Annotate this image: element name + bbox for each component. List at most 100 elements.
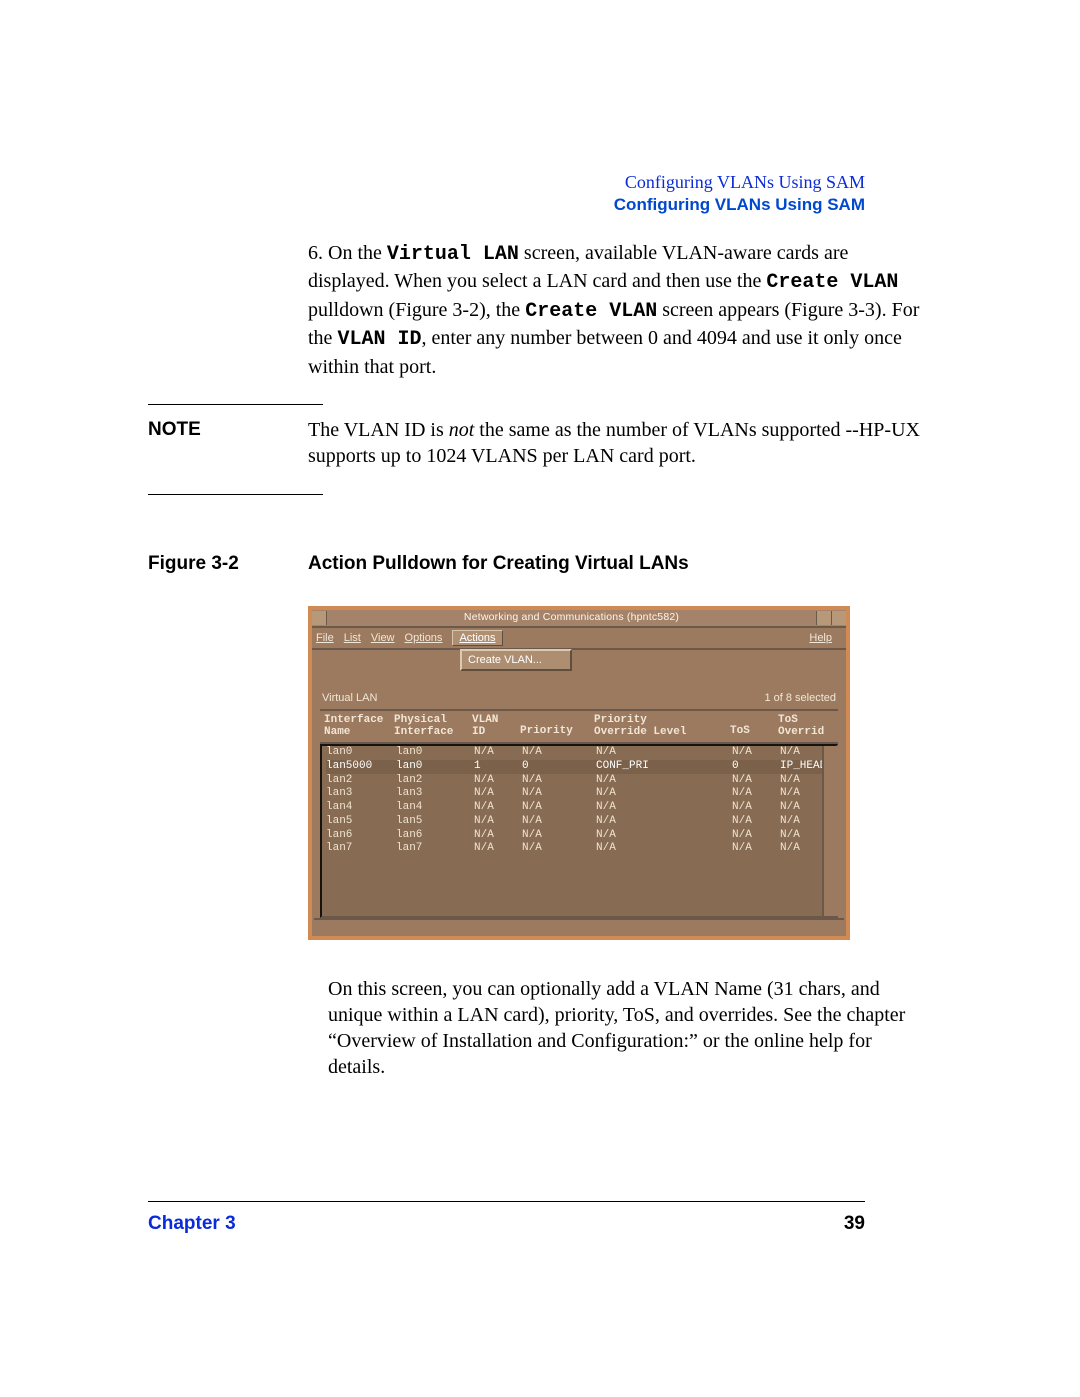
window-menu-icon[interactable]	[312, 611, 327, 625]
step-number: 6.	[308, 242, 323, 264]
cell: N/A	[474, 815, 520, 829]
sam-menubar: File List View Options Actions Help	[312, 628, 846, 650]
cell: CONF_PRI	[596, 760, 730, 774]
cell: lan0	[326, 746, 394, 760]
cell: N/A	[474, 829, 520, 843]
cell: lan2	[326, 774, 394, 788]
menu-help[interactable]: Help	[809, 631, 832, 646]
step-mono-a: Virtual LAN	[387, 243, 519, 266]
cell: N/A	[522, 829, 594, 843]
table-row[interactable]: lan2lan2N/AN/AN/AN/AN/A	[326, 774, 832, 788]
cell: N/A	[732, 787, 778, 801]
cell: lan5	[396, 815, 472, 829]
col-priority: Priority	[520, 714, 592, 739]
cell: N/A	[522, 815, 594, 829]
footer-rule	[148, 1201, 865, 1202]
cell: N/A	[732, 842, 778, 856]
cell: lan4	[396, 801, 472, 815]
menu-view[interactable]: View	[371, 631, 395, 646]
page-footer: Chapter 3 39	[148, 1213, 865, 1235]
page: Configuring VLANs Using SAM Configuring …	[0, 0, 1080, 1397]
cell: N/A	[474, 787, 520, 801]
cell: N/A	[474, 774, 520, 788]
horizontal-scrollbar[interactable]	[314, 918, 844, 934]
cell: lan6	[326, 829, 394, 843]
window-maximize-icon[interactable]	[831, 611, 846, 625]
step-mono-d: VLAN ID	[337, 328, 421, 351]
cell: lan7	[326, 842, 394, 856]
note-label: NOTE	[148, 417, 308, 470]
table-row[interactable]: lan7lan7N/AN/AN/AN/AN/A	[326, 842, 832, 856]
cell: N/A	[522, 842, 594, 856]
cell: N/A	[596, 842, 730, 856]
section-header: Virtual LAN 1 of 8 selected	[320, 691, 838, 706]
cell: N/A	[780, 787, 850, 801]
cell: N/A	[780, 801, 850, 815]
cell: 1	[474, 760, 520, 774]
col-physical-interface: Physical Interface	[394, 714, 470, 739]
cell: 0	[522, 760, 594, 774]
cell: N/A	[780, 842, 850, 856]
table-row[interactable]: lan3lan3N/AN/AN/AN/AN/A	[326, 787, 832, 801]
table-row[interactable]: lan5000lan010CONF_PRI0IP_HEADE	[326, 760, 832, 774]
step-mono-c: Create VLAN	[525, 300, 657, 323]
menu-actions[interactable]: Actions	[452, 630, 502, 647]
cell: lan3	[326, 787, 394, 801]
col-interface-name: Interface Name	[324, 714, 392, 739]
footer-chapter: Chapter 3	[148, 1213, 236, 1235]
cell: N/A	[732, 815, 778, 829]
figure-description: On this screen, you can optionally add a…	[328, 976, 932, 1080]
cell: N/A	[522, 746, 594, 760]
table-body: lan0lan0N/AN/AN/AN/AN/Alan5000lan010CONF…	[320, 744, 838, 918]
cell: lan5	[326, 815, 394, 829]
col-tos: ToS	[730, 714, 776, 739]
sam-window-title: Networking and Communications (hpntc582)	[327, 611, 816, 625]
window-minimize-icon[interactable]	[816, 611, 831, 625]
table-row[interactable]: lan6lan6N/AN/AN/AN/AN/A	[326, 829, 832, 843]
cell: N/A	[596, 801, 730, 815]
cell: IP_HEADE	[780, 760, 850, 774]
note-block: NOTE The VLAN ID is not the same as the …	[148, 417, 932, 470]
actions-dropdown: Create VLAN...	[460, 649, 572, 672]
cell: lan2	[396, 774, 472, 788]
col-tos-override: ToS Overrid	[778, 714, 848, 739]
cell: lan4	[326, 801, 394, 815]
cell: N/A	[596, 815, 730, 829]
note-body-a: The VLAN ID is	[308, 419, 449, 441]
menu-file[interactable]: File	[316, 631, 334, 646]
create-vlan-menu-item[interactable]: Create VLAN...	[468, 653, 564, 668]
cell: N/A	[596, 787, 730, 801]
figure-title: Action Pulldown for Creating Virtual LAN…	[308, 551, 932, 576]
selection-count: 1 of 8 selected	[764, 691, 836, 706]
sam-window: Networking and Communications (hpntc582)…	[308, 606, 850, 940]
note-body-italic: not	[449, 419, 475, 441]
header-section-title: Configuring VLANs Using SAM	[614, 194, 865, 217]
vertical-scrollbar[interactable]	[822, 746, 838, 916]
cell: N/A	[732, 801, 778, 815]
col-vlan-id: VLAN ID	[472, 714, 518, 739]
cell: lan0	[396, 746, 472, 760]
cell: 0	[732, 760, 778, 774]
table-row[interactable]: lan0lan0N/AN/AN/AN/AN/A	[326, 746, 832, 760]
cell: N/A	[522, 801, 594, 815]
note-body: The VLAN ID is not the same as the numbe…	[308, 417, 932, 470]
cell: lan5000	[326, 760, 394, 774]
cell: lan6	[396, 829, 472, 843]
menu-list[interactable]: List	[344, 631, 361, 646]
cell: N/A	[474, 842, 520, 856]
step-6: 6. On the Virtual LAN screen, available …	[308, 240, 922, 380]
footer-page-number: 39	[844, 1213, 865, 1235]
cell: N/A	[474, 801, 520, 815]
sam-body: Virtual LAN 1 of 8 selected Interface Na…	[312, 671, 846, 936]
table-row[interactable]: lan5lan5N/AN/AN/AN/AN/A	[326, 815, 832, 829]
note-rule-bottom	[148, 494, 323, 495]
menu-options[interactable]: Options	[405, 631, 443, 646]
cell: N/A	[780, 815, 850, 829]
col-priority-override: Priority Override Level	[594, 714, 728, 739]
table-header: Interface Name Physical Interface VLAN I…	[320, 709, 838, 744]
table-row[interactable]: lan4lan4N/AN/AN/AN/AN/A	[326, 801, 832, 815]
cell: N/A	[780, 774, 850, 788]
cell: lan3	[396, 787, 472, 801]
cell: N/A	[732, 746, 778, 760]
figure-caption: Figure 3-2 Action Pulldown for Creating …	[148, 551, 932, 576]
